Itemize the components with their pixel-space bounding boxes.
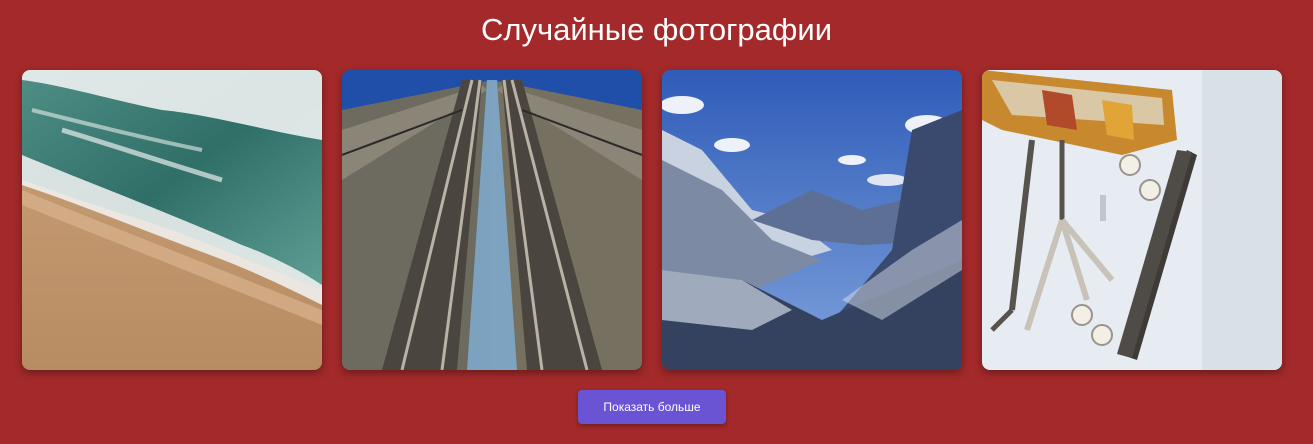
photo-gallery bbox=[22, 70, 1282, 370]
photo-beach-waves[interactable] bbox=[22, 70, 322, 370]
beach-waves-image bbox=[22, 70, 322, 370]
railway-tracks-image bbox=[342, 70, 642, 370]
skateboard-chair-image bbox=[982, 70, 1282, 370]
photo-railway-tracks[interactable] bbox=[342, 70, 642, 370]
photo-snowy-mountains[interactable] bbox=[662, 70, 962, 370]
page-title: Случайные фотографии bbox=[480, 12, 833, 47]
photo-skateboard-chair[interactable] bbox=[982, 70, 1282, 370]
snowy-mountains-image bbox=[662, 70, 962, 370]
show-more-button[interactable]: Показать больше bbox=[578, 390, 726, 424]
